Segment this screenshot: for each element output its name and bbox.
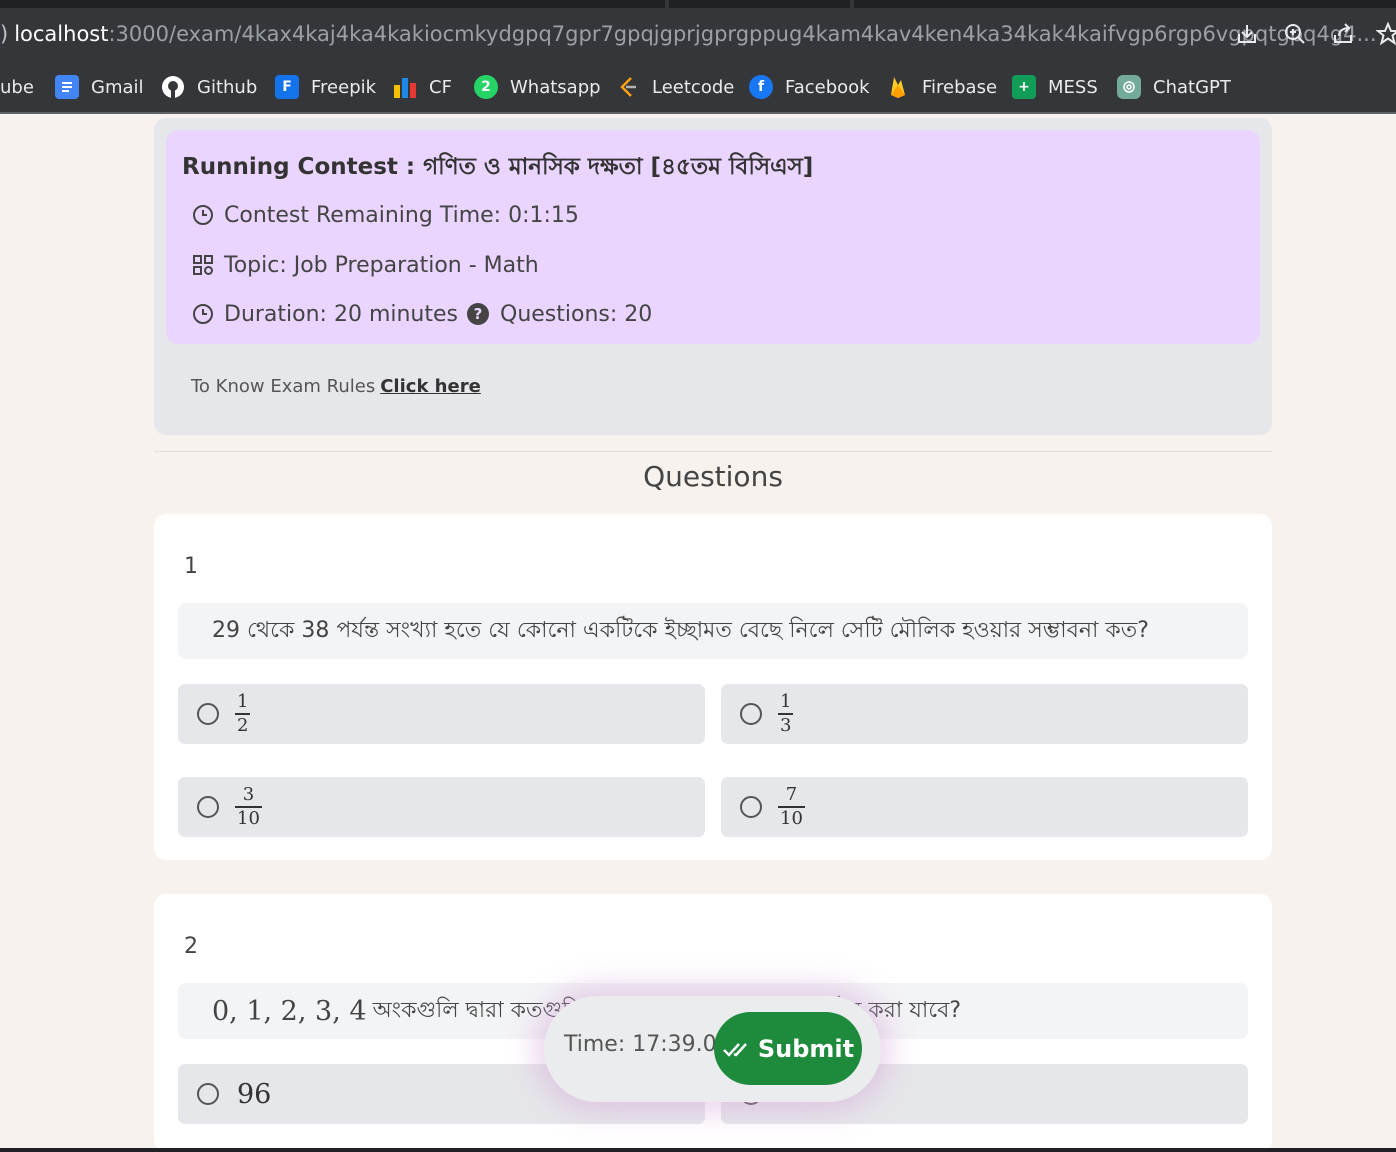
bookmark-firebase[interactable]: Firebase — [886, 74, 997, 100]
bookmark-label: Whatsapp — [510, 76, 601, 98]
option-a[interactable]: 12 — [178, 684, 705, 744]
remaining-time-row: Contest Remaining Time: 0:1:15 — [192, 200, 579, 230]
option-b[interactable]: 13 — [721, 684, 1248, 744]
denominator: 10 — [780, 807, 803, 829]
tab-edge — [665, 0, 669, 8]
rules-link[interactable]: Click here — [380, 376, 481, 397]
contest-info-panel: Running Contest : গণিত ও মানসিক দক্ষতা [… — [154, 118, 1272, 435]
bookmark-gmail[interactable]: Gmail — [55, 74, 144, 100]
bookmark-codeforces[interactable]: CF — [393, 74, 452, 100]
sheets-plus-icon: + — [1012, 75, 1036, 99]
numerator: 1 — [780, 691, 792, 713]
whatsapp-icon: 2 — [474, 75, 498, 99]
codeforces-icon — [393, 75, 417, 99]
bookmark-label: Gmail — [91, 76, 144, 98]
denominator: 10 — [237, 807, 260, 829]
bookmark-label: Firebase — [922, 76, 998, 98]
url-field[interactable]: ) localhost:3000/exam/4kax4kaj4ka4kakiocm… — [0, 22, 1377, 46]
bookmark-label: Leetcode — [652, 76, 735, 98]
bookmark-freepik[interactable]: F Freepik — [275, 74, 376, 100]
question-card: 1 29 থেকে 38 পর্যন্ত সংখ্যা হতে যে কোনো … — [154, 514, 1272, 860]
question-math: 0, 1, 2, 3, 4 — [212, 995, 367, 1027]
exam-timer: Time: 17:39.0 — [564, 1032, 717, 1057]
questions-heading: Questions — [643, 460, 783, 493]
submit-label: Submit — [757, 1034, 855, 1063]
bookmark-github[interactable]: Github — [161, 74, 257, 100]
radio-button[interactable] — [197, 703, 219, 725]
option-d[interactable]: 7 10 — [721, 777, 1248, 837]
firebase-icon — [886, 75, 910, 99]
tab-edge — [850, 0, 854, 8]
bookmark-label: ChatGPT — [1153, 76, 1231, 98]
denominator: 3 — [780, 714, 792, 736]
svg-text:?: ? — [474, 305, 483, 323]
duration-row: Duration: 20 minutes ? Questions: 20 — [192, 299, 652, 329]
grid-icon — [193, 255, 213, 275]
contest-summary-card: Running Contest : গণিত ও মানসিক দক্ষতা [… — [166, 130, 1260, 344]
url-lead: ) — [0, 22, 9, 46]
url-host: localhost — [14, 22, 109, 46]
numerator: 3 — [242, 784, 255, 806]
share-icon[interactable] — [1329, 20, 1357, 48]
url-path: :3000/exam/4kax4kaj4ka4kakiocmkydgpq7gpr… — [108, 22, 1377, 46]
tab-strip — [0, 0, 1396, 8]
option-c[interactable]: 3 10 — [178, 777, 705, 837]
bookmark-label: CF — [429, 76, 452, 98]
question-text: 29 থেকে 38 পর্যন্ত সংখ্যা হতে যে কোনো এক… — [178, 603, 1248, 659]
bookmark-leetcode[interactable]: Leetcode — [616, 74, 734, 100]
remaining-time: Contest Remaining Time: 0:1:15 — [224, 202, 579, 228]
star-icon[interactable] — [1374, 20, 1396, 48]
fraction: 12 — [235, 691, 251, 736]
download-icon[interactable] — [1233, 20, 1261, 48]
zoom-icon[interactable] — [1281, 20, 1309, 48]
radio-button[interactable] — [740, 796, 762, 818]
question-count: Questions: 20 — [500, 301, 653, 327]
bookmark-whatsapp[interactable]: 2 Whatsapp — [474, 74, 601, 100]
bookmark-label: Github — [197, 76, 258, 98]
bookmark-facebook[interactable]: f Facebook — [749, 74, 870, 100]
freepik-icon: F — [275, 75, 299, 99]
facebook-icon: f — [749, 75, 773, 99]
bookmark-mess[interactable]: + MESS — [1012, 74, 1098, 100]
question-number: 1 — [184, 554, 198, 579]
gmail-doc-icon — [55, 75, 79, 99]
bookmark-label: Facebook — [785, 76, 870, 98]
exam-rules: To Know Exam Rules Click here — [191, 376, 481, 397]
radio-button[interactable] — [197, 1083, 219, 1105]
question-circle-icon: ? — [467, 303, 489, 325]
fraction: 3 10 — [235, 785, 262, 829]
topic: Topic: Job Preparation - Math — [224, 252, 539, 278]
contest-title: Running Contest : গণিত ও মানসিক দক্ষতা [… — [182, 154, 814, 180]
denominator: 2 — [237, 714, 249, 736]
bookmark-label: MESS — [1048, 76, 1098, 98]
numerator: 1 — [237, 691, 249, 713]
screen-bottom-edge — [0, 1148, 1396, 1152]
bookmark-label: ube — [0, 76, 34, 98]
question-number: 2 — [184, 934, 198, 959]
bookmark-chatgpt[interactable]: ChatGPT — [1117, 74, 1231, 100]
topic-row: Topic: Job Preparation - Math — [192, 250, 539, 280]
browser-address-bar: ) localhost:3000/exam/4kax4kaj4ka4kakiocm… — [0, 0, 1396, 60]
fraction: 13 — [778, 691, 794, 736]
bookmarks-bar: ube Gmail Github F Freepik CF 2 Whatsapp… — [0, 60, 1396, 114]
section-divider — [154, 451, 1272, 452]
double-check-icon — [722, 1042, 747, 1057]
radio-button[interactable] — [740, 703, 762, 725]
chatgpt-icon — [1117, 75, 1141, 99]
clock-icon — [193, 304, 213, 324]
leetcode-icon — [616, 75, 640, 99]
rules-text: To Know Exam Rules — [191, 376, 376, 397]
duration: Duration: 20 minutes — [224, 301, 458, 327]
radio-button[interactable] — [197, 796, 219, 818]
bookmark-label: Freepik — [311, 76, 377, 98]
option-value: 96 — [237, 1078, 272, 1110]
submit-button[interactable]: Submit — [714, 1012, 862, 1085]
fraction: 7 10 — [778, 785, 805, 829]
github-icon — [161, 75, 185, 99]
clock-icon — [193, 205, 213, 225]
numerator: 7 — [785, 784, 798, 806]
question-text-content: 29 থেকে 38 পর্যন্ত সংখ্যা হতে যে কোনো এক… — [212, 617, 1149, 643]
floating-submit-bar: Time: 17:39.0 Submit — [544, 996, 881, 1102]
bookmark-youtube[interactable]: ube — [0, 74, 34, 100]
